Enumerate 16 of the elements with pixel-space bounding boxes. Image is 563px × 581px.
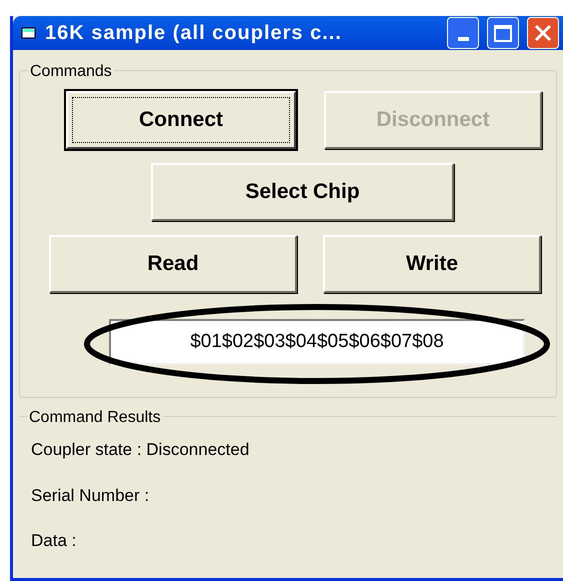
window-title: 16K sample (all couplers c... — [45, 21, 343, 46]
result-label: Serial Number : — [31, 484, 150, 506]
command-button[interactable]: Read — [49, 235, 297, 293]
command-button[interactable]: Select Chip — [151, 163, 454, 221]
command-button[interactable]: Write — [323, 235, 541, 293]
maximize-button[interactable] — [487, 17, 519, 49]
result-label: Coupler state : Disconnected — [31, 439, 250, 461]
close-icon — [534, 24, 552, 42]
minimize-icon — [458, 37, 468, 41]
command-button[interactable]: Connect — [66, 91, 296, 149]
result-label: Data : — [31, 530, 78, 552]
close-button[interactable] — [527, 17, 559, 49]
minimize-button[interactable] — [447, 17, 479, 49]
window-app-icon — [21, 26, 37, 40]
data-field[interactable]: $01$02$03$04$05$06$07$08 — [109, 319, 525, 365]
maximize-icon — [494, 24, 512, 42]
